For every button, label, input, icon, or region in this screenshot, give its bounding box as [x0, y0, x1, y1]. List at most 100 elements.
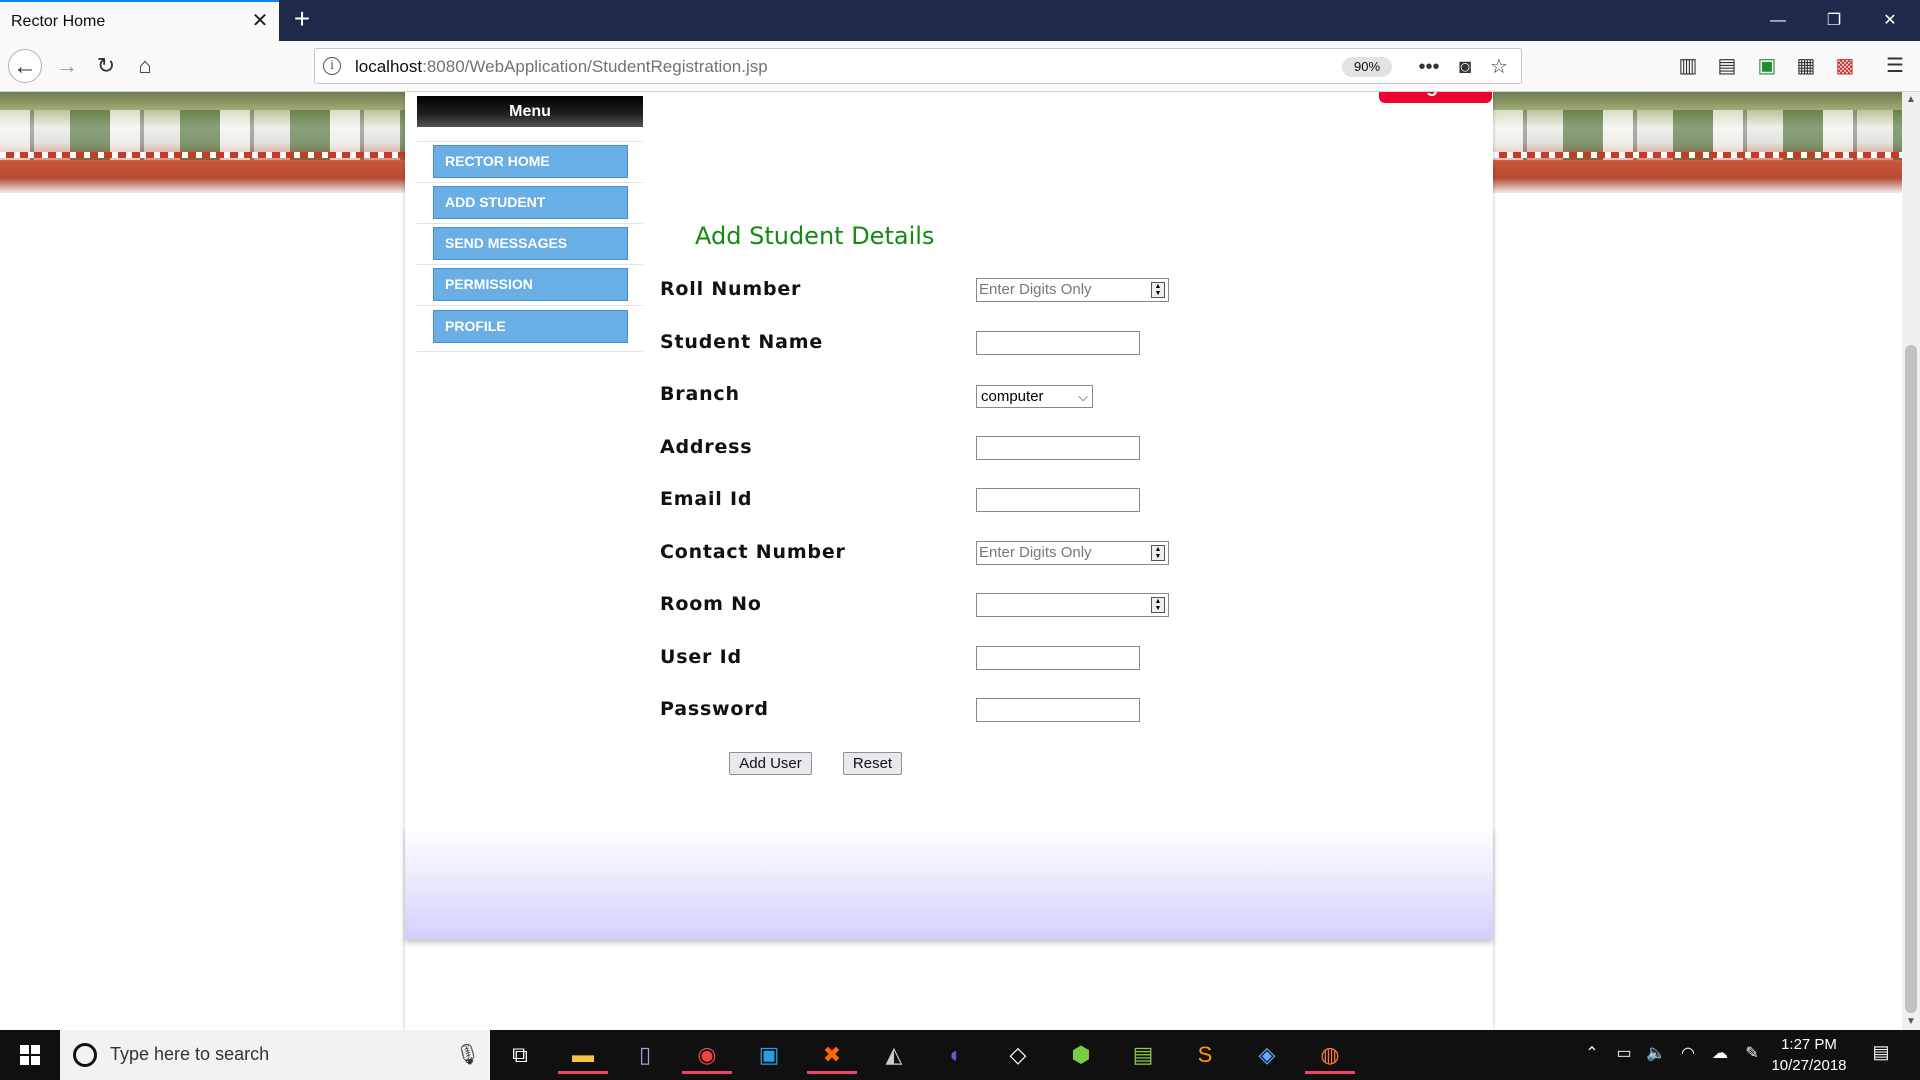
selenium-extension-icon[interactable]: ▦ — [1791, 51, 1821, 81]
browser-titlebar: Rector Home ✕ + — ❐ ✕ — [0, 0, 1920, 41]
password-label: Password — [660, 698, 769, 720]
contact-number-placeholder: Enter Digits Only — [979, 544, 1092, 561]
campus-banner-right — [1493, 92, 1902, 193]
volume-icon[interactable]: 🔈 — [1644, 1043, 1668, 1063]
user-id-label: User Id — [660, 646, 742, 668]
color-extension-icon[interactable]: ▩ — [1830, 51, 1860, 81]
pen-icon[interactable]: ✎ — [1740, 1043, 1764, 1063]
menu-item-send-messages[interactable]: SEND MESSAGES — [433, 227, 628, 260]
cortana-icon[interactable] — [73, 1043, 97, 1067]
branch-selected-value: computer — [981, 388, 1044, 405]
chrome-icon[interactable]: ◉ — [682, 1036, 732, 1074]
back-icon[interactable]: ← — [8, 49, 42, 83]
chevron-down-icon: ⌵ — [1078, 389, 1088, 404]
roll-number-placeholder: Enter Digits Only — [979, 281, 1092, 298]
spreadsheet-app-icon[interactable]: ▤ — [1118, 1036, 1168, 1074]
menu-divider — [417, 182, 643, 183]
info-icon[interactable]: i — [323, 57, 341, 75]
room-no-label: Room No — [660, 593, 762, 615]
student-name-label: Student Name — [660, 331, 824, 353]
url-text[interactable]: localhost:8080/WebApplication/StudentReg… — [355, 57, 768, 77]
sublime-text-icon[interactable]: S — [1180, 1036, 1230, 1074]
scroll-up-icon[interactable]: ▲ — [1902, 92, 1920, 108]
reset-button[interactable]: Reset — [843, 752, 902, 775]
clock-date: 10/27/2018 — [1771, 1057, 1847, 1074]
reload-icon[interactable]: ↻ — [89, 49, 123, 83]
scroll-thumb[interactable] — [1905, 345, 1917, 1013]
sidebar-icon[interactable]: ▤ — [1712, 51, 1742, 81]
close-window-icon[interactable]: ✕ — [1862, 0, 1918, 41]
password-input[interactable] — [976, 698, 1140, 722]
library-icon[interactable]: ▥ — [1673, 51, 1703, 81]
menu-divider — [417, 351, 643, 352]
menu-item-profile[interactable]: PROFILE — [433, 310, 628, 343]
virtualbox-icon[interactable]: ◈ — [1242, 1036, 1292, 1074]
form-title: Add Student Details — [695, 222, 935, 250]
room-no-spinner-icon[interactable]: ▲ ▼ — [1151, 597, 1165, 613]
remote-app-icon[interactable]: ▣ — [744, 1036, 794, 1074]
user-id-input[interactable] — [976, 646, 1140, 670]
contact-number-input[interactable]: Enter Digits Only ▲ ▼ — [976, 541, 1169, 565]
page-scrollbar[interactable]: ▲ ▼ — [1902, 92, 1920, 1030]
start-button[interactable] — [0, 1030, 60, 1080]
page-viewport: Logout Menu RECTOR HOME ADD STUDENT SEND… — [0, 92, 1902, 1030]
notepad-app-icon[interactable]: ▯ — [620, 1036, 670, 1074]
cat-app-icon[interactable]: ◭ — [869, 1036, 919, 1074]
menu-divider — [417, 223, 643, 224]
email-id-input[interactable] — [976, 488, 1140, 512]
contact-number-spinner-icon[interactable]: ▲ ▼ — [1151, 545, 1165, 561]
branch-label: Branch — [660, 383, 740, 405]
close-tab-icon[interactable]: ✕ — [248, 9, 272, 33]
menu-item-permission[interactable]: PERMISSION — [433, 268, 628, 301]
task-view-icon[interactable]: ⧉ — [495, 1036, 545, 1074]
scroll-down-icon[interactable]: ▼ — [1902, 1014, 1920, 1030]
battery-icon[interactable]: ▭ — [1612, 1043, 1636, 1063]
firefox-icon[interactable]: ◍ — [1305, 1036, 1355, 1074]
forward-icon[interactable]: → — [50, 49, 84, 83]
menu-divider — [417, 141, 643, 142]
taskbar-search-box[interactable]: Type here to search 🎙 — [60, 1030, 490, 1080]
restore-icon[interactable]: ❐ — [1806, 0, 1862, 41]
roll-number-spinner-icon[interactable]: ▲ ▼ — [1151, 282, 1165, 298]
tab-title: Rector Home — [11, 13, 106, 30]
more-actions-icon[interactable]: ••• — [1415, 53, 1443, 81]
excel-extension-icon[interactable]: ▣ — [1752, 51, 1782, 81]
taskbar-clock[interactable]: 1:27 PM 10/27/2018 — [1765, 1034, 1853, 1076]
menu-item-rector-home[interactable]: RECTOR HOME — [433, 145, 628, 178]
content-box: Logout Menu RECTOR HOME ADD STUDENT SEND… — [405, 92, 1493, 1030]
home-icon[interactable]: ⌂ — [128, 49, 162, 83]
clock-time: 1:27 PM — [1781, 1036, 1837, 1053]
address-input[interactable] — [976, 436, 1140, 460]
menu-divider — [417, 264, 643, 265]
onedrive-icon[interactable]: ☁ — [1708, 1043, 1732, 1063]
minimize-icon[interactable]: — — [1750, 0, 1806, 41]
campus-banner-left — [0, 92, 405, 193]
action-center-icon[interactable]: ▤ — [1868, 1042, 1894, 1066]
logout-button[interactable]: Logout — [1379, 92, 1492, 103]
branch-select[interactable]: computer ⌵ — [976, 385, 1093, 408]
bookmark-star-icon[interactable]: ☆ — [1485, 53, 1513, 81]
show-hidden-icons-icon[interactable]: ⌃ — [1580, 1043, 1604, 1063]
email-id-label: Email Id — [660, 488, 753, 510]
windows-taskbar: Type here to search 🎙 ⧉ ▬ ▯ ◉ ▣ ✖ ◭ ◐ ◇ … — [0, 1030, 1920, 1080]
eclipse-icon[interactable]: ◐ — [931, 1036, 981, 1074]
unity-icon[interactable]: ◇ — [993, 1036, 1043, 1074]
android-studio-icon[interactable]: ⬢ — [1056, 1036, 1106, 1074]
file-explorer-icon[interactable]: ▬ — [558, 1036, 608, 1074]
new-tab-icon[interactable]: + — [288, 5, 316, 34]
menu-item-add-student[interactable]: ADD STUDENT — [433, 186, 628, 219]
room-no-input[interactable]: ▲ ▼ — [976, 593, 1169, 617]
student-name-input[interactable] — [976, 331, 1140, 355]
wifi-icon[interactable]: ◠ — [1676, 1043, 1700, 1063]
footer-band — [405, 827, 1493, 939]
xampp-icon[interactable]: ✖ — [807, 1036, 857, 1074]
navigation-toolbar: ← → ↻ ⌂ i localhost:8080/WebApplication/… — [0, 41, 1920, 92]
microphone-icon[interactable]: 🎙 — [455, 1042, 480, 1067]
add-user-button[interactable]: Add User — [729, 752, 812, 775]
pocket-icon[interactable]: ◙ — [1451, 53, 1479, 81]
browser-tab[interactable]: Rector Home ✕ — [0, 0, 279, 41]
url-bar[interactable]: i localhost:8080/WebApplication/StudentR… — [314, 48, 1522, 84]
roll-number-input[interactable]: Enter Digits Only ▲ ▼ — [976, 278, 1169, 302]
zoom-level[interactable]: 90% — [1342, 57, 1392, 77]
hamburger-menu-icon[interactable]: ☰ — [1880, 51, 1910, 81]
